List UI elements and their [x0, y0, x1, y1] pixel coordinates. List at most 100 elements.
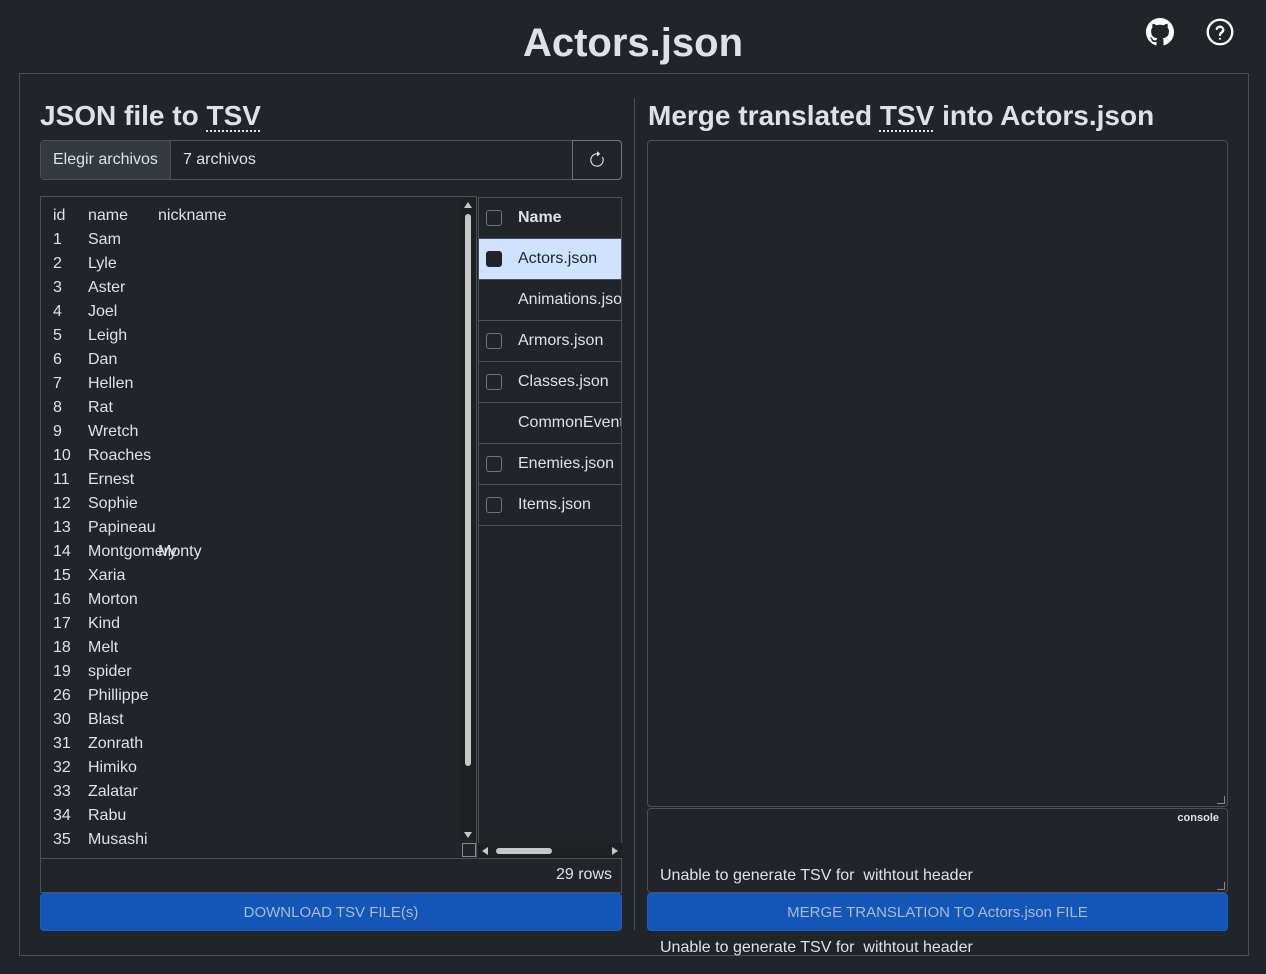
tsv-cell-id: 18 [53, 639, 71, 656]
merge-translation-button[interactable]: MERGE TRANSLATION TO Actors.json FILE [647, 893, 1228, 931]
github-icon[interactable] [1142, 14, 1178, 50]
tsv-cell-name: Blast [88, 711, 124, 728]
refresh-button[interactable] [572, 140, 622, 180]
tsv-cell-name: Musashi [88, 831, 148, 848]
file-list-item[interactable]: Enemies.json [479, 444, 621, 485]
file-input[interactable]: Elegir archivos 7 archivos [40, 140, 573, 180]
refresh-icon [590, 151, 604, 167]
tsv-cell-name: Papineau [88, 519, 156, 536]
file-list-item[interactable]: CommonEvents.json [479, 403, 621, 444]
file-checkbox[interactable] [486, 497, 502, 513]
tsv-cell-name: Himiko [88, 759, 137, 776]
file-list-item[interactable]: Animations.json [479, 280, 621, 321]
tsv-cell-name: Lyle [88, 255, 117, 272]
file-name: Classes.json [518, 373, 609, 390]
tsv-cell-id: 7 [53, 375, 62, 392]
console-label: console [1177, 812, 1219, 824]
tsv-row: 19 spider [53, 660, 226, 684]
file-name: Animations.json [518, 291, 621, 308]
tsv-row: 33 Zalatar [53, 780, 226, 804]
tsv-cell-name: Zonrath [88, 735, 144, 752]
row-count: 29 rows [40, 858, 622, 893]
tsv-row: 18 Melt [53, 636, 226, 660]
scroll-down-arrow-icon[interactable] [464, 832, 472, 838]
tsv-cell-id: 5 [53, 327, 62, 344]
tsv-cell-name: Zalatar [88, 783, 138, 800]
tsv-abbr: TSV [206, 100, 261, 131]
file-list-item[interactable]: Items.json [479, 485, 621, 526]
merge-heading-prefix: Merge translated [648, 100, 880, 131]
tsv-cell-name: Joel [88, 303, 118, 320]
hscrollbar-thumb[interactable] [496, 848, 552, 854]
merge-heading-suffix: into Actors.json [934, 100, 1155, 131]
tsv-cell-name: Kind [88, 615, 121, 632]
choose-files-button[interactable]: Elegir archivos [41, 141, 171, 179]
select-all-checkbox[interactable] [486, 210, 502, 226]
scroll-up-arrow-icon[interactable] [464, 202, 472, 208]
tsv-cell-name: Leigh [88, 327, 128, 344]
console-resize-icon[interactable] [1217, 882, 1225, 890]
tsv-cell-name: Hellen [88, 375, 134, 392]
tsv-row: 4 Joel [53, 300, 226, 324]
tsv-cell-id: 11 [53, 471, 70, 488]
tsv-cell-name: Sam [88, 231, 121, 248]
tsv-row: 17 Kind [53, 612, 226, 636]
merge-heading: Merge translated TSV into Actors.json [648, 98, 1154, 134]
tsv-row: 8 Rat [53, 396, 226, 420]
resize-handle-icon[interactable] [462, 843, 476, 857]
tsv-cell-name: Aster [88, 279, 126, 296]
tsv-cell-name: spider [88, 663, 132, 680]
file-list-item[interactable]: Armors.json [479, 321, 621, 362]
file-name: Armors.json [518, 332, 604, 349]
tsv-cell-id: 1 [53, 231, 62, 248]
tsv-cell-name: Roaches [88, 447, 152, 464]
tsv-row: 3 Aster [53, 276, 226, 300]
scroll-left-arrow-icon[interactable] [482, 847, 488, 855]
tsv-row: 15 Xaria [53, 564, 226, 588]
tsv-row: 7 Hellen [53, 372, 226, 396]
tsv-cell-id: 9 [53, 423, 62, 440]
file-checkbox[interactable] [486, 333, 502, 349]
translated-tsv-input[interactable] [647, 140, 1228, 807]
tsv-row: 5 Leigh [53, 324, 226, 348]
download-tsv-button[interactable]: DOWNLOAD TSV FILE(s) [40, 893, 622, 931]
tsv-cell-id: 17 [53, 615, 71, 632]
tsv-cell-name: Wretch [88, 423, 139, 440]
tsv-cell-name: Xaria [88, 567, 126, 584]
tsv-cell-name: Ernest [88, 471, 135, 488]
page-title: Actors.json [522, 21, 744, 65]
scroll-right-arrow-icon[interactable] [612, 847, 618, 855]
file-name: CommonEvents.json [518, 414, 621, 431]
help-circle-icon[interactable] [1202, 14, 1238, 50]
tsv-row: 9 Wretch [53, 420, 226, 444]
tsv-content: id name nickname 1 Sam 2 Lyle 3 Aster 4 Joel 5 Le… [53, 204, 226, 852]
scrollbar-thumb[interactable] [465, 214, 471, 766]
file-list-item[interactable]: Actors.json [479, 239, 621, 280]
tsv-vertical-scrollbar[interactable] [460, 198, 476, 840]
file-checkbox[interactable] [486, 456, 502, 472]
tsv-row: 14 Montgomery Monty [53, 540, 226, 564]
tsv-cell-id: 16 [53, 591, 71, 608]
tsv-output-textarea[interactable]: id name nickname 1 Sam 2 Lyle 3 Aster 4 Joel 5 Le… [40, 196, 477, 859]
tsv-row: 16 Morton [53, 588, 226, 612]
tsv-row: 12 Sophie [53, 492, 226, 516]
tsv-cell-name: Rat [88, 399, 113, 416]
console-line: Unable to generate TSV for withtout head… [660, 867, 973, 884]
tsv-row: 11 Ernest [53, 468, 226, 492]
file-list-item[interactable]: Classes.json [479, 362, 621, 403]
file-checkbox[interactable] [486, 251, 502, 267]
file-list-horizontal-scrollbar[interactable] [478, 843, 622, 858]
file-checkbox[interactable] [486, 374, 502, 390]
tsv-cell-name: Sophie [88, 495, 138, 512]
tsv-row: 30 Blast [53, 708, 226, 732]
tsv-cell-name: Montgomery [88, 543, 177, 560]
tsv-cell-id: 33 [53, 783, 71, 800]
textarea-resize-icon[interactable] [1217, 796, 1225, 804]
tsv-cell-id: 3 [53, 279, 62, 296]
tsv-row: 1 Sam [53, 228, 226, 252]
tsv-cell-id: 14 [53, 543, 71, 560]
tsv-row: 34 Rabu [53, 804, 226, 828]
merge-tsv-abbr: TSV [879, 100, 935, 131]
tsv-cell-name: Melt [88, 639, 119, 656]
tsv-cell-id: 12 [53, 495, 71, 512]
